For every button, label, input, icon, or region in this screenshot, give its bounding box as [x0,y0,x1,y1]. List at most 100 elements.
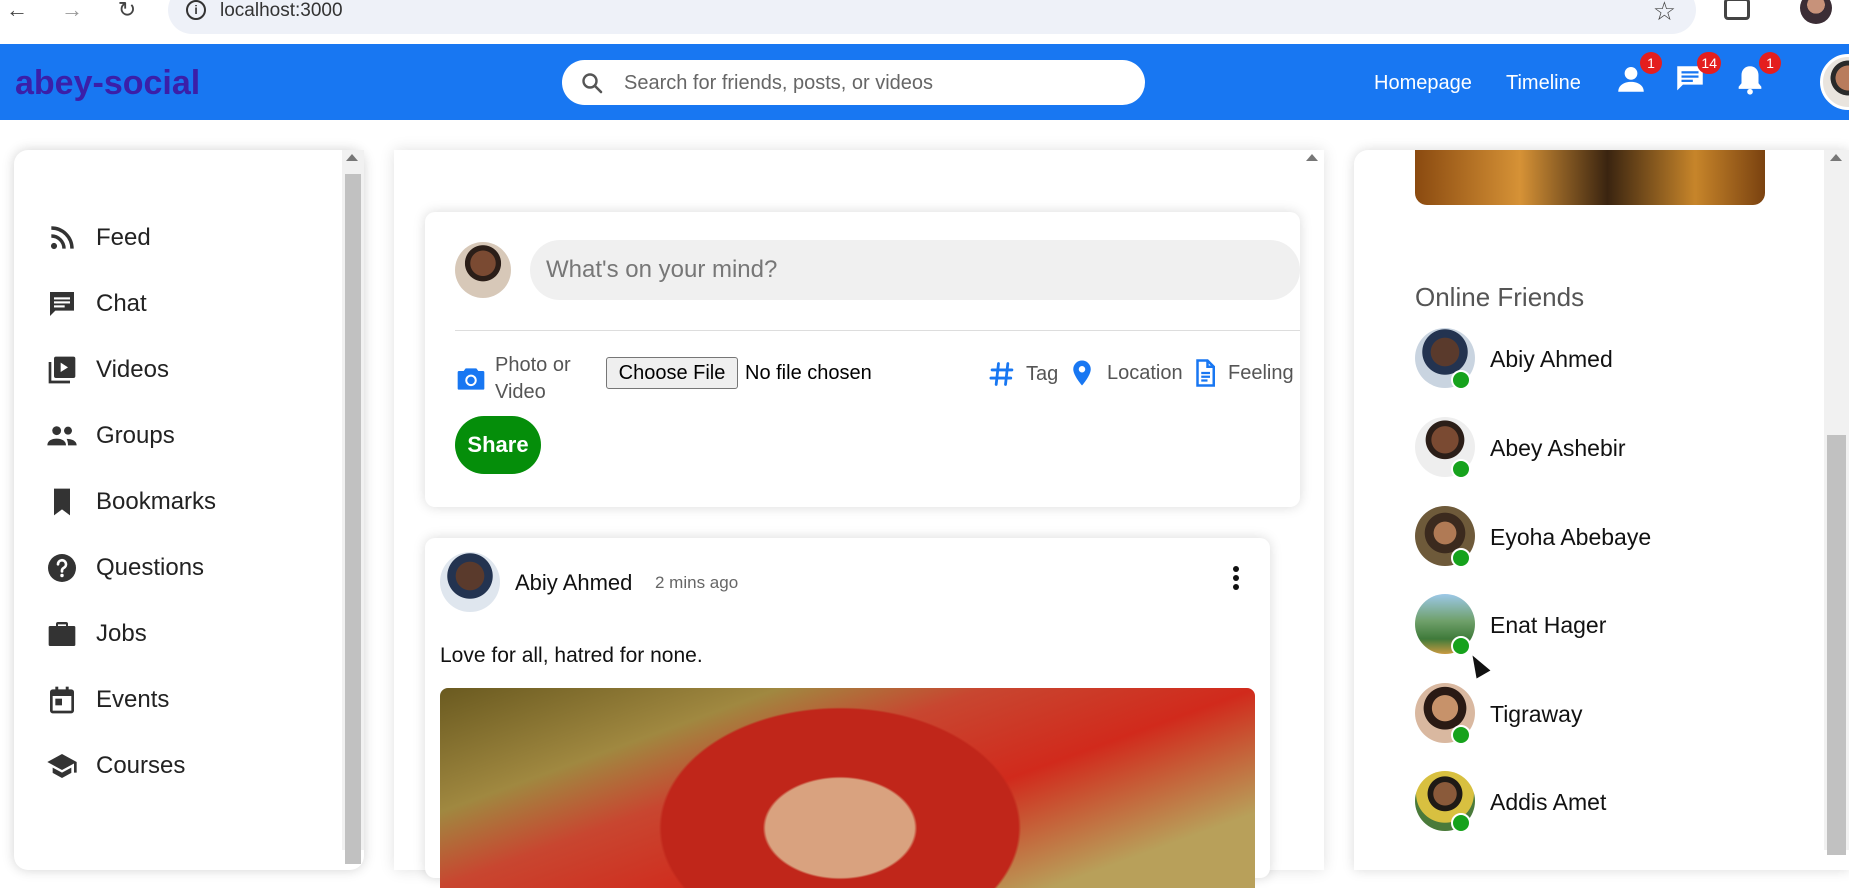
puzzle-icon[interactable] [1724,0,1750,20]
friend-name: Abiy Ahmed [1490,346,1613,372]
sidebar-item-chat[interactable]: Chat [46,284,147,324]
reload-icon[interactable]: ↻ [112,0,142,21]
sidebar-item-label: Questions [96,554,205,581]
online-status-icon [1451,813,1471,833]
search-box[interactable] [562,60,1145,105]
online-friends-title: Online Friends [1415,282,1585,312]
post-timestamp: 2 mins ago [655,573,739,592]
sidebar-item-label: Bookmarks [96,488,217,515]
arrow-right-icon[interactable]: → [57,0,87,21]
timeline-link[interactable]: Timeline [1506,72,1581,95]
friend-name: Enat Hager [1490,612,1607,638]
sidebar-item-label: Chat [96,290,147,317]
file-status-text: No file chosen [745,362,872,384]
sidebar-item-groups[interactable]: Groups [46,416,175,456]
sidebar-item-courses[interactable]: Courses [46,746,185,786]
more-vert-icon[interactable] [1231,566,1241,596]
online-status-icon [1451,459,1471,479]
document-icon [1196,359,1215,387]
sidebar-item-label: Feed [96,224,151,251]
address-bar[interactable]: i localhost:3000 ☆ [168,0,1696,34]
search-icon [582,73,603,94]
notifications-badge: 1 [1759,52,1781,74]
briefcase-icon [48,622,76,646]
camera-icon [457,368,485,390]
sidebar-item-bookmarks[interactable]: Bookmarks [46,482,216,522]
online-status-icon [1451,370,1471,390]
homepage-link[interactable]: Homepage [1374,72,1472,95]
sidebar-item-events[interactable]: Events [46,680,169,720]
friend-requests-badge: 1 [1640,52,1662,74]
photo-label-line1: Photo or [495,354,571,376]
tag-label: Tag [1026,362,1059,385]
right-scroll-thumb[interactable] [1827,435,1846,855]
post-card: Abiy Ahmed 2 mins ago Love for all, hatr… [425,538,1270,888]
location-option[interactable]: Location [1067,358,1183,388]
messages-badge: 14 [1697,52,1721,74]
calendar-icon [50,686,74,714]
share-button[interactable]: Share [455,416,541,474]
messages-button[interactable]: 14 [1673,52,1721,102]
video-library-icon [48,356,76,384]
feeling-option[interactable]: Feeling [1190,358,1294,388]
post-image[interactable] [440,688,1255,888]
bookmark-icon [54,488,70,516]
sidebar-scroll-thumb[interactable] [345,174,361,864]
post-author[interactable]: Abiy Ahmed [515,570,632,596]
location-label: Location [1107,361,1183,384]
divider [455,330,1300,331]
photo-label-line2: Video [495,381,546,403]
groups-icon [47,426,77,446]
photo-video-option[interactable]: Photo or Video [455,352,571,406]
user-avatar[interactable] [1820,54,1849,110]
rss-icon [50,226,74,250]
sidebar-item-videos[interactable]: Videos [46,350,169,390]
ad-image[interactable] [1415,150,1765,205]
arrow-left-icon[interactable]: ← [2,0,32,21]
feeling-label: Feeling [1228,361,1294,384]
photo-video-label: Photo or Video [495,352,571,406]
friend-name: Eyoha Abebaye [1490,524,1652,550]
friend-requests-button[interactable]: 1 [1614,52,1662,102]
share-card: Photo or Video Choose File No file chose… [425,212,1300,507]
sidebar-item-feed[interactable]: Feed [46,218,151,258]
sidebar-item-label: Events [96,686,170,713]
info-icon[interactable]: i [186,0,206,20]
sidebar-item-questions[interactable]: Questions [46,548,204,588]
help-icon [48,554,76,582]
online-status-icon [1451,725,1471,745]
friend-name: Tigraway [1490,701,1583,727]
hashtag-icon [989,362,1014,386]
avatar[interactable] [455,242,511,298]
scroll-up-arrow[interactable] [1830,154,1842,161]
search-input[interactable] [624,68,1124,98]
scroll-up-arrow[interactable] [1306,154,1318,161]
sidebar-item-jobs[interactable]: Jobs [46,614,147,654]
school-icon [47,754,77,778]
scroll-up-arrow[interactable] [346,154,358,161]
app-logo[interactable]: abey-social [15,64,200,103]
choose-file-button[interactable]: Choose File [606,357,738,389]
avatar[interactable] [440,552,500,612]
sidebar-item-label: Videos [96,356,169,383]
browser-profile-avatar[interactable] [1800,0,1832,24]
online-status-icon [1451,636,1471,656]
chat-icon [50,292,74,316]
sidebar-item-label: Courses [96,752,186,779]
app-topbar: abey-social Homepage Timeline 1 14 1 [0,44,1849,120]
friend-name: Addis Amet [1490,789,1607,815]
sidebar-item-label: Groups [96,422,175,449]
right-scrollbar[interactable] [1824,150,1849,855]
status-input[interactable] [530,240,1300,300]
post-text: Love for all, hatred for none. [440,644,703,667]
feed-scrollbar[interactable] [1300,150,1324,850]
online-status-icon [1451,548,1471,568]
url-text[interactable]: localhost:3000 [220,0,343,22]
notifications-button[interactable]: 1 [1733,52,1781,102]
star-icon[interactable]: ☆ [1653,0,1676,27]
tag-option[interactable]: Tag [988,360,1058,388]
friend-name: Abey Ashebir [1490,435,1626,461]
location-pin-icon [1073,360,1091,386]
sidebar-item-label: Jobs [96,620,147,647]
sidebar-scrollbar[interactable] [342,150,364,864]
